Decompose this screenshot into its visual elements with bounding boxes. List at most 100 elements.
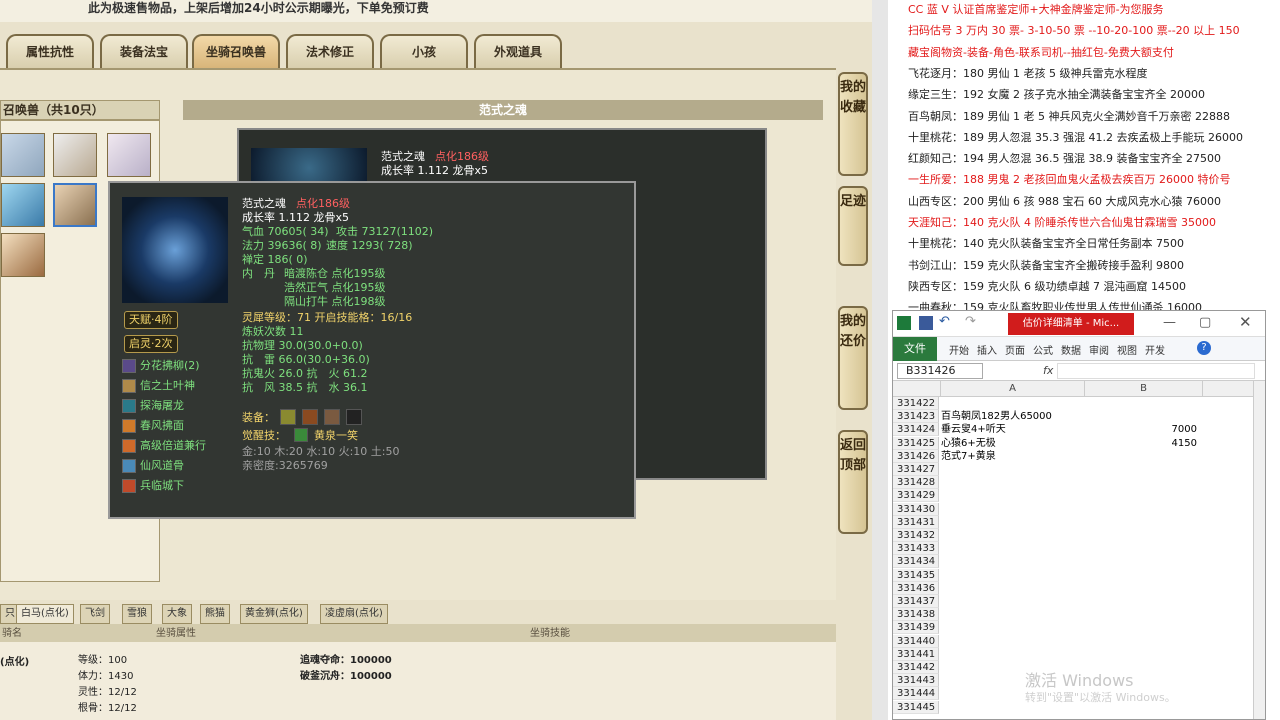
footprint-button[interactable]: 足迹 — [838, 186, 868, 266]
row-number[interactable]: 331424 — [893, 423, 939, 437]
pet-thumb[interactable] — [1, 233, 45, 277]
row-number[interactable]: 331443 — [893, 674, 939, 688]
neidan-item: 暗渡陈仓 点化195级 — [284, 267, 386, 280]
skill-item: 兵临城下 — [122, 479, 184, 493]
tab-spells[interactable]: 法术修正 — [286, 34, 374, 68]
mount-header: 骑名 — [2, 628, 22, 639]
cell-a[interactable]: 百鸟朝凤182男人65000 — [941, 410, 1085, 423]
undo-icon[interactable]: ↶ — [939, 314, 950, 329]
row-number[interactable]: 331427 — [893, 463, 939, 476]
cell-b[interactable]: 4150 — [1085, 437, 1203, 450]
seller-note-line: 陕西专区：159 克火队 6 级功绩卓越 7 混沌画窟 14500 — [908, 279, 1186, 293]
maximize-icon[interactable]: ▢ — [1199, 315, 1211, 330]
tab-appearance[interactable]: 外观道具 — [474, 34, 562, 68]
ribbon-tab[interactable]: 视图 — [1117, 342, 1137, 357]
vertical-scrollbar[interactable] — [1253, 381, 1265, 719]
equip-slot-icon[interactable] — [302, 409, 318, 425]
mount-tab[interactable]: 白马(点化) — [16, 604, 74, 624]
row-number[interactable]: 331430 — [893, 502, 939, 516]
row-number[interactable]: 331428 — [893, 476, 939, 490]
row-number[interactable]: 331433 — [893, 542, 939, 556]
equip-slot-icon[interactable] — [324, 409, 340, 425]
awaken-label: 觉醒技： — [242, 429, 286, 442]
seller-note-line: 天涯知己：140 克火队 4 阶睡杀传世六合仙鬼甘霖瑞雪 35000 — [908, 216, 1216, 229]
fx-icon[interactable]: fx — [1043, 364, 1053, 377]
row-number[interactable]: 331445 — [893, 700, 939, 714]
row-number[interactable]: 331439 — [893, 621, 939, 635]
ribbon-tab[interactable]: 开发 — [1145, 342, 1165, 357]
pet-list-title: 召唤兽（共10只） — [0, 100, 160, 120]
ribbon-tab[interactable]: 开始 — [949, 342, 969, 357]
pet-thumb[interactable] — [107, 133, 151, 177]
help-icon[interactable]: ? — [1197, 341, 1211, 355]
tab-children[interactable]: 小孩 — [380, 34, 468, 68]
pet-thumb-selected[interactable] — [53, 183, 97, 227]
table-row: 331441 — [893, 647, 1253, 661]
mount-tab[interactable]: 凌虚扇(点化) — [320, 604, 388, 624]
excel-titlebar: ↶ ↷ 估价详细清单 - Mic... — ▢ ✕ — [893, 311, 1265, 337]
row-number[interactable]: 331437 — [893, 595, 939, 608]
tab-attributes[interactable]: 属性抗性 — [6, 34, 94, 68]
row-number[interactable]: 331426 — [893, 449, 939, 463]
name-box[interactable]: B331426 — [897, 363, 983, 379]
row-number[interactable]: 331442 — [893, 661, 939, 674]
pet-thumb[interactable] — [1, 183, 45, 227]
row-number[interactable]: 331435 — [893, 568, 939, 582]
file-tab[interactable]: 文件 — [893, 337, 937, 361]
table-row: 331434 — [893, 555, 1253, 569]
ribbon-tab[interactable]: 页面 — [1005, 342, 1025, 357]
mount-tab[interactable]: 黄金狮(点化) — [240, 604, 308, 624]
equip-slot-icon[interactable] — [280, 409, 296, 425]
mount-tab[interactable]: 熊猫 — [200, 604, 230, 624]
row-number[interactable]: 331423 — [893, 410, 939, 424]
pet-thumb[interactable] — [53, 133, 97, 177]
cell-a[interactable]: 范式7+黄泉 — [941, 450, 1085, 463]
row-number[interactable]: 331425 — [893, 436, 939, 450]
row-number[interactable]: 331438 — [893, 608, 939, 622]
row-number[interactable]: 331436 — [893, 581, 939, 595]
row-number[interactable]: 331441 — [893, 647, 939, 661]
pet-thumb[interactable] — [1, 133, 45, 177]
row-number[interactable]: 331432 — [893, 529, 939, 542]
ribbon-tab[interactable]: 插入 — [977, 342, 997, 357]
row-number[interactable]: 331422 — [893, 397, 939, 410]
save-icon[interactable] — [919, 316, 933, 330]
side-action-bar: 我的收藏 足迹 我的还价 返回顶部 — [836, 68, 870, 534]
back-to-top-button[interactable]: 返回顶部 — [838, 430, 868, 534]
skill-name: 探海屠龙 — [140, 399, 184, 412]
equip-slot-empty-icon[interactable] — [346, 409, 362, 425]
seller-note-line: 十里桃花：189 男人忽混 35.3 强混 41.2 去疾孟极上手能玩 2600… — [908, 130, 1243, 144]
row-number[interactable]: 331431 — [893, 515, 939, 529]
row-number[interactable]: 331434 — [893, 555, 939, 569]
cell-a[interactable]: 心猿6+无极 — [941, 437, 1085, 450]
row-number[interactable]: 331429 — [893, 489, 939, 503]
ribbon-tab[interactable]: 数据 — [1061, 342, 1081, 357]
row-number[interactable]: 331444 — [893, 687, 939, 701]
skill-item: 信之土叶神 — [122, 379, 195, 393]
skill-name: 高级倍道兼行 — [140, 439, 206, 452]
formula-input[interactable] — [1057, 363, 1255, 379]
skill-icon — [122, 399, 136, 413]
skill-item: 春风拂面 — [122, 419, 184, 433]
skill-name: 信之土叶神 — [140, 379, 195, 392]
select-all-corner[interactable] — [893, 381, 941, 397]
mount-tab[interactable]: 飞剑 — [80, 604, 110, 624]
redo-icon[interactable]: ↷ — [965, 314, 976, 329]
skill-icon — [122, 419, 136, 433]
skill-item: 仙风道骨 — [122, 459, 184, 473]
mount-tab[interactable]: 雪狼 — [122, 604, 152, 624]
cell-b[interactable]: 7000 — [1085, 423, 1203, 436]
ribbon-tab[interactable]: 公式 — [1033, 342, 1053, 357]
cell-a[interactable]: 垂云叟4+听天 — [941, 423, 1085, 436]
my-offer-button[interactable]: 我的还价 — [838, 306, 868, 410]
column-header[interactable]: A — [941, 381, 1085, 397]
row-number[interactable]: 331440 — [893, 634, 939, 648]
mount-tab[interactable]: 大象 — [162, 604, 192, 624]
column-header[interactable]: B — [1085, 381, 1203, 397]
ribbon-tab[interactable]: 审阅 — [1089, 342, 1109, 357]
tab-mounts-pets[interactable]: 坐骑召唤兽 — [192, 34, 280, 68]
favorite-button[interactable]: 我的收藏 — [838, 72, 868, 176]
minimize-icon[interactable]: — — [1163, 315, 1176, 330]
tab-equipment[interactable]: 装备法宝 — [100, 34, 188, 68]
close-icon[interactable]: ✕ — [1239, 313, 1252, 331]
